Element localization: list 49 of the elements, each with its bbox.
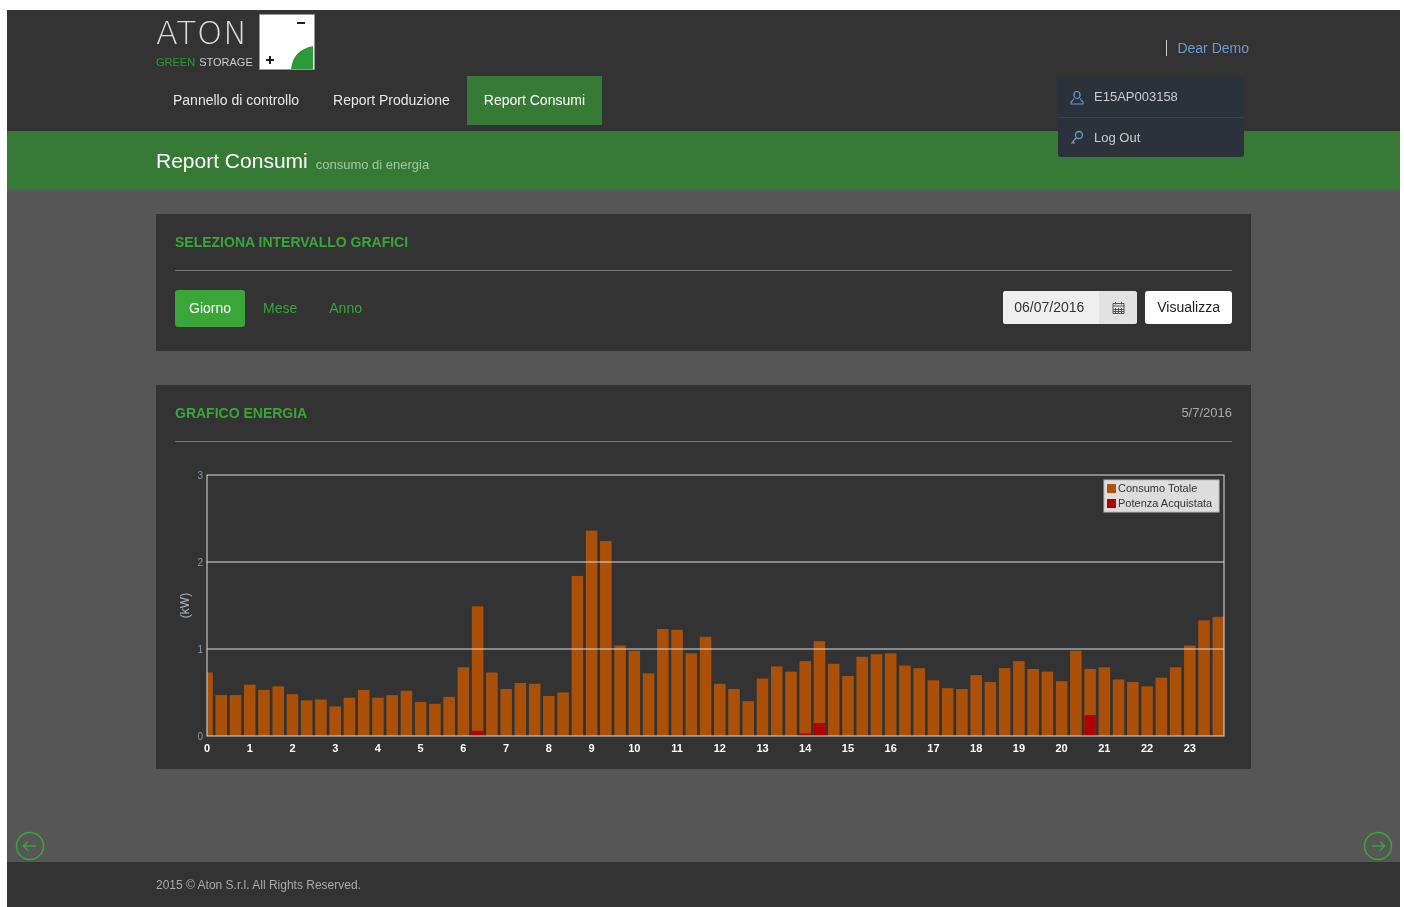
nav-tab[interactable]: Report Produzione [316, 76, 467, 125]
x-tick-label: 21 [1098, 742, 1111, 754]
y-tick-label: 1 [197, 644, 203, 655]
x-tick-label: 1 [246, 742, 253, 754]
user-greeting-link[interactable]: Dear Demo [1166, 40, 1249, 56]
legend-label: Potenza Acquistata [1118, 497, 1213, 509]
logo-tagline: STORAGE [199, 56, 253, 68]
page-title: Report Consumi [156, 147, 308, 174]
y-axis-label: (kW) [178, 592, 192, 619]
x-tick-label: 20 [1055, 742, 1068, 754]
x-tick-label: 6 [460, 742, 467, 754]
period-tab[interactable]: Mese [249, 290, 312, 327]
page-subtitle: consumo di energia [315, 155, 430, 174]
chart-date: 5/7/2016 [1181, 404, 1232, 423]
x-tick-label: 12 [713, 742, 726, 754]
y-tick-label: 0 [197, 731, 203, 742]
x-tick-label: 17 [927, 742, 940, 754]
x-tick-label: 16 [884, 742, 897, 754]
logo-wordmark: ATON [156, 14, 250, 52]
x-tick-label: 22 [1140, 742, 1154, 754]
x-tick-label: 8 [545, 742, 552, 754]
x-tick-label: 23 [1183, 742, 1196, 754]
panel-title: GRAFICO ENERGIA [175, 403, 308, 423]
logo-tagline: GREEN [156, 56, 196, 68]
x-tick-label: 5 [417, 742, 424, 754]
y-tick-label: 3 [197, 470, 203, 481]
x-tick-label: 0 [203, 742, 211, 754]
x-tick-label: 7 [503, 742, 510, 754]
x-tick-label: 18 [970, 742, 983, 754]
x-tick-label: 14 [799, 742, 812, 754]
nav-tab[interactable]: Pannello di controllo [156, 76, 317, 125]
period-tab[interactable]: Anno [315, 290, 376, 327]
panel-title: SELEZIONA INTERVALLO GRAFICI [175, 232, 409, 252]
nav-tab[interactable]: Report Consumi [466, 76, 602, 125]
x-tick-label: 13 [756, 742, 769, 754]
x-tick-label: 10 [628, 742, 641, 754]
x-tick-label: 15 [841, 742, 855, 754]
x-tick-label: 19 [1012, 742, 1025, 754]
legend-label: Consumo Totale [1118, 482, 1198, 494]
visualizza-button[interactable]: Visualizza [1145, 290, 1232, 324]
x-tick-label: 11 [671, 742, 683, 754]
x-tick-label: 2 [289, 742, 296, 754]
footer-text: 2015 © Aton S.r.l. All Rights Reserved. [156, 876, 361, 894]
x-tick-label: 4 [374, 742, 381, 754]
y-tick-label: 2 [197, 557, 203, 568]
dropdown-item[interactable]: E15AP003158 [1058, 77, 1244, 117]
x-tick-label: 3 [332, 742, 339, 754]
x-tick-label: 9 [588, 742, 595, 754]
date-field[interactable]: 06/07/2016 [1003, 290, 1138, 324]
